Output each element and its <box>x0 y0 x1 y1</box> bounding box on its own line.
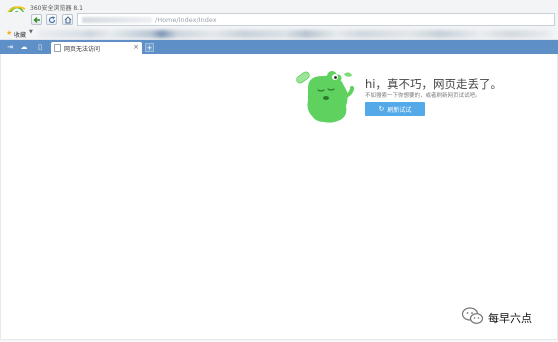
wechat-icon <box>461 307 484 324</box>
redacted-favorites <box>38 30 553 38</box>
back-button[interactable] <box>31 14 42 25</box>
retry-button[interactable]: ↻ 刷新试试 <box>365 102 425 116</box>
title-bar: 360安全浏览器 8.1 <box>0 0 558 24</box>
tab-bar: ⇥ ☁ ▯ 网页无法访问 × + <box>0 40 558 54</box>
toolbar: /Home/Index/Index <box>0 12 558 28</box>
refresh-icon: ↻ <box>378 105 385 113</box>
star-icon: ★ <box>6 29 13 37</box>
address-bar[interactable]: /Home/Index/Index <box>77 13 555 26</box>
error-title: hi，真不巧，网页走丢了。 <box>365 77 502 91</box>
chevron-down-icon[interactable]: ▼ <box>29 29 33 35</box>
redacted-url-host <box>82 17 152 23</box>
retry-label: 刷新试试 <box>387 106 412 114</box>
favorites-bar: ★ 收藏 ▼ <box>0 28 558 40</box>
home-button[interactable] <box>62 14 73 25</box>
cloud-icon[interactable]: ☁ <box>20 43 28 51</box>
error-mascot-icon <box>296 71 354 123</box>
home-icon <box>64 15 71 23</box>
tab-label: 网页无法访问 <box>64 46 101 53</box>
tab-active[interactable]: 网页无法访问 × <box>51 42 142 54</box>
watermark: 每早六点 <box>459 306 549 326</box>
app-title: 360安全浏览器 8.1 <box>30 5 83 12</box>
refresh-icon <box>48 15 55 23</box>
arrow-left-icon <box>33 16 40 23</box>
phone-icon[interactable]: ▯ <box>36 43 44 51</box>
browser-window: 360安全浏览器 8.1 /Home/Index/Index ★ 收藏 ▼ ⇥ … <box>0 0 558 342</box>
page-content: hi，真不巧，网页走丢了。 不如搜索一下你想要的，或者刷新网页试试吧。 ↻ 刷新… <box>0 54 558 340</box>
favorites-button[interactable]: 收藏 <box>14 30 26 39</box>
sidebar-toggle-icon[interactable]: ⇥ <box>6 43 14 51</box>
page-icon <box>54 44 61 52</box>
watermark-text: 每早六点 <box>488 312 532 325</box>
new-tab-button[interactable]: + <box>145 43 154 52</box>
error-subtitle: 不如搜索一下你想要的，或者刷新网页试试吧。 <box>365 93 481 99</box>
close-icon[interactable]: × <box>133 43 139 51</box>
url-path: /Home/Index/Index <box>155 16 217 24</box>
refresh-button[interactable] <box>46 14 57 25</box>
